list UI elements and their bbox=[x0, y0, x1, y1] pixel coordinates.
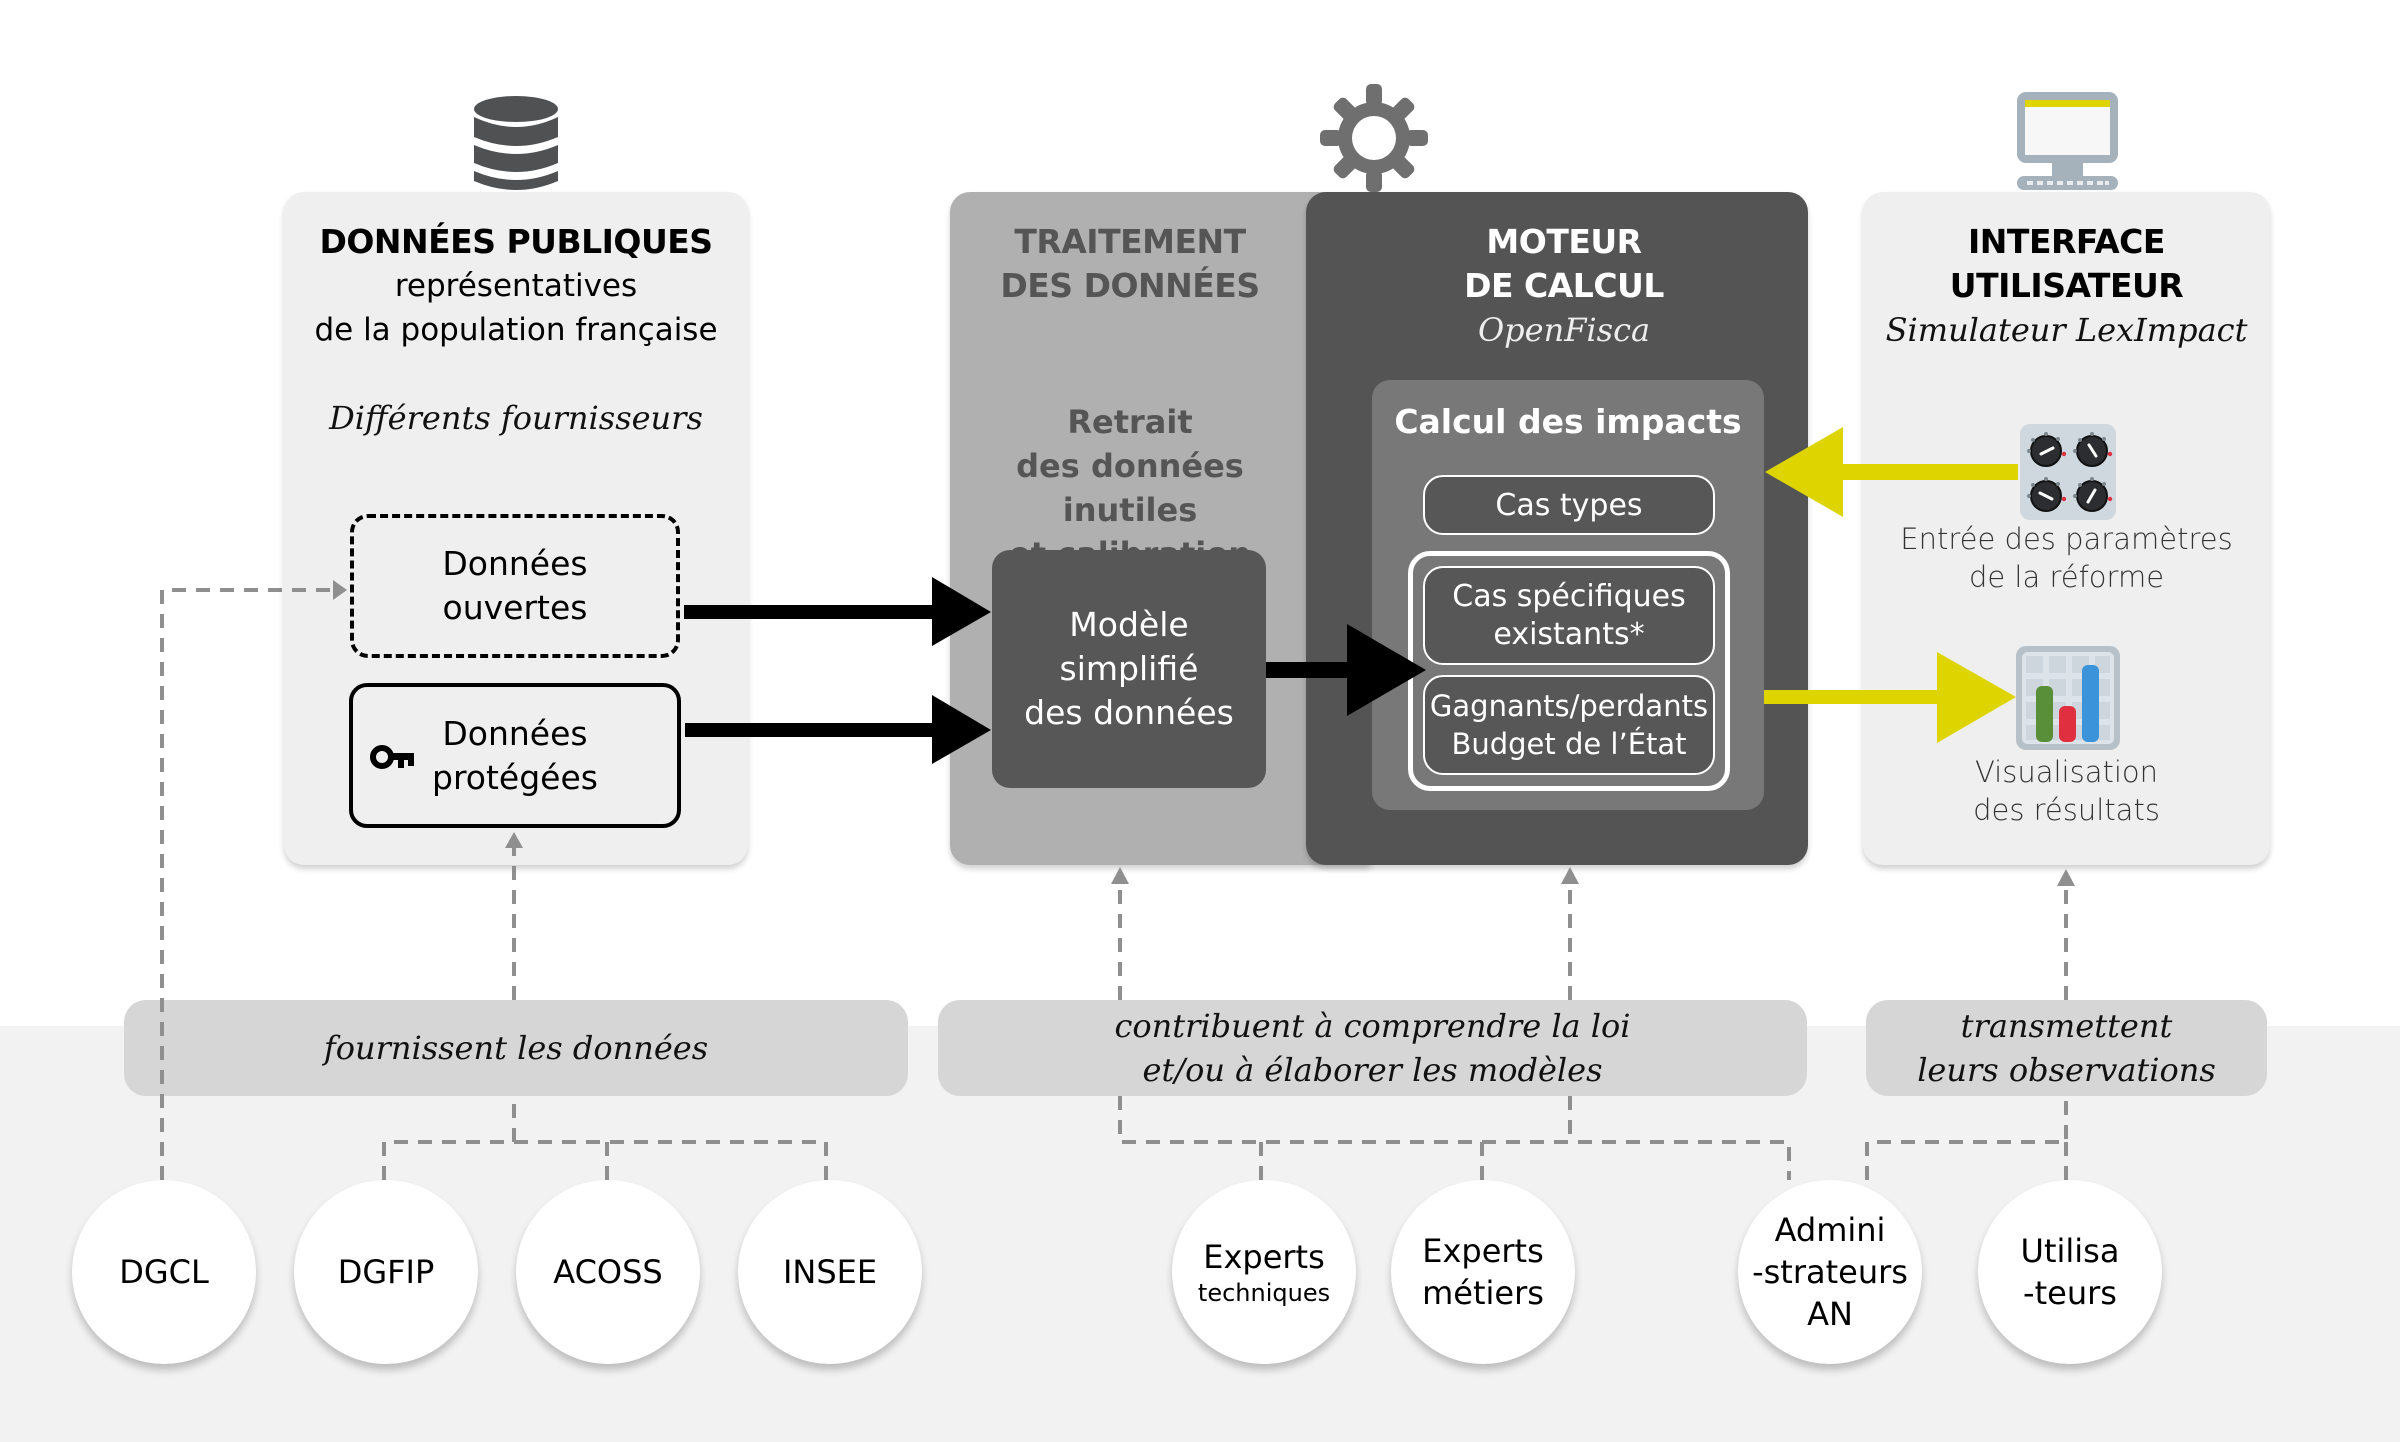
contribuent-text-1: contribuent à comprendre la loi bbox=[1114, 1007, 1631, 1045]
fournisseurs-note: Différents fournisseurs bbox=[329, 399, 703, 437]
actor-insee: INSEE bbox=[738, 1180, 922, 1364]
actor-users-label-2: -teurs bbox=[2023, 1274, 2117, 1312]
actor-acoss-label: ACOSS bbox=[553, 1253, 663, 1291]
actor-experts-metiers: Experts métiers bbox=[1391, 1180, 1575, 1364]
actor-dgfip: DGFIP bbox=[294, 1180, 478, 1364]
actor-acoss: ACOSS bbox=[516, 1180, 700, 1364]
calcul-impacts-title: Calcul des impacts bbox=[1394, 402, 1742, 441]
arrowhead-traitement bbox=[1111, 867, 1129, 884]
traitement-title-1: TRAITEMENT bbox=[1014, 222, 1246, 261]
actor-utilisateurs: Utilisa -teurs bbox=[1978, 1180, 2162, 1364]
actor-insee-label: INSEE bbox=[782, 1253, 878, 1291]
moteur-title-2: DE CALCUL bbox=[1464, 266, 1664, 305]
transmettent-text-2: leurs observations bbox=[1917, 1051, 2216, 1089]
actor-dgcl: DGCL bbox=[72, 1180, 256, 1364]
gagnants-label-2: Budget de l’État bbox=[1451, 727, 1687, 761]
actor-experts-metiers-label-1: Experts bbox=[1422, 1232, 1544, 1270]
donnees-publiques-title: DONNÉES PUBLIQUES bbox=[319, 222, 713, 261]
actor-users-label-1: Utilisa bbox=[2020, 1232, 2120, 1270]
gagnants-perdants-box: Gagnants/perdants Budget de l’État bbox=[1423, 675, 1715, 775]
results-label-2: des résultats bbox=[1973, 793, 2160, 827]
modele-label-1: Modèle bbox=[1069, 605, 1189, 644]
modele-label-2: simplifié bbox=[1059, 649, 1199, 688]
arrowhead-moteur bbox=[1561, 867, 1579, 884]
cas-specifiques-label-1: Cas spécifiques bbox=[1452, 578, 1686, 614]
protected-data-label-2: protégées bbox=[432, 757, 598, 797]
moteur-title-1: MOTEUR bbox=[1486, 222, 1642, 261]
modele-simplifie-box: Modèle simplifié des données bbox=[992, 550, 1266, 788]
params-label-1: Entrée des paramètres bbox=[1900, 522, 2233, 556]
traitement-title-2: DES DONNÉES bbox=[1000, 266, 1260, 305]
gagnants-label-1: Gagnants/perdants bbox=[1429, 689, 1709, 723]
transmettent-label: transmettent leurs observations bbox=[1866, 1000, 2267, 1096]
fournissent-text: fournissent les données bbox=[323, 1029, 709, 1067]
arrowhead-interface bbox=[2057, 869, 2075, 886]
knobs-icon bbox=[2020, 424, 2116, 520]
open-data-box: Données ouvertes bbox=[350, 514, 680, 658]
contribuent-label: contribuent à comprendre la loi et/ou à … bbox=[938, 1000, 1807, 1096]
modele-label-3: des données bbox=[1024, 693, 1234, 732]
cas-types-box: Cas types bbox=[1423, 475, 1715, 535]
params-label-2: de la réforme bbox=[1968, 560, 2165, 594]
cas-specifiques-box: Cas spécifiques existants* bbox=[1423, 566, 1715, 665]
actor-experts-tech-label-2: techniques bbox=[1197, 1279, 1331, 1307]
monitor-icon bbox=[2017, 92, 2118, 190]
results-label-1: Visualisation bbox=[1974, 755, 2159, 789]
actor-dgfip-label: DGFIP bbox=[337, 1253, 435, 1291]
actor-admin-label-2: -strateurs bbox=[1752, 1253, 1908, 1291]
moteur-subtitle: OpenFisca bbox=[1477, 311, 1651, 349]
bar-chart-icon bbox=[2016, 646, 2120, 750]
interface-subtitle: Simulateur LexImpact bbox=[1885, 311, 2248, 349]
donnees-publiques-subtitle-1: représentatives bbox=[394, 268, 638, 304]
key-icon bbox=[370, 745, 414, 769]
database-icon bbox=[474, 96, 558, 190]
protected-data-label-1: Données bbox=[442, 713, 588, 753]
cas-specifiques-label-2: existants* bbox=[1493, 616, 1645, 652]
contribuent-text-2: et/ou à élaborer les modèles bbox=[1142, 1051, 1603, 1089]
actor-experts-tech-label-1: Experts bbox=[1203, 1238, 1325, 1276]
traitement-desc-2: des données inutiles bbox=[1016, 447, 1244, 529]
actor-administrateurs-an: Admini -strateurs AN bbox=[1738, 1180, 1922, 1364]
actor-experts-techniques: Experts techniques bbox=[1172, 1180, 1356, 1364]
open-data-label-2: ouvertes bbox=[442, 588, 588, 627]
transmettent-text-1: transmettent bbox=[1960, 1007, 2173, 1045]
open-data-label-1: Données bbox=[442, 544, 588, 583]
fournissent-label: fournissent les données bbox=[124, 1000, 908, 1096]
actor-admin-label-1: Admini bbox=[1774, 1211, 1886, 1249]
traitement-desc-1: Retrait bbox=[1067, 403, 1193, 441]
actor-dgcl-label: DGCL bbox=[119, 1253, 209, 1291]
actor-experts-metiers-label-2: métiers bbox=[1422, 1274, 1544, 1312]
actor-admin-label-3: AN bbox=[1807, 1295, 1853, 1333]
donnees-publiques-subtitle-2: de la population française bbox=[314, 312, 718, 348]
interface-title-1: INTERFACE bbox=[1968, 222, 2165, 261]
cas-types-label: Cas types bbox=[1495, 487, 1643, 523]
gear-icon bbox=[1320, 84, 1428, 192]
interface-title-2: UTILISATEUR bbox=[1949, 266, 2184, 305]
